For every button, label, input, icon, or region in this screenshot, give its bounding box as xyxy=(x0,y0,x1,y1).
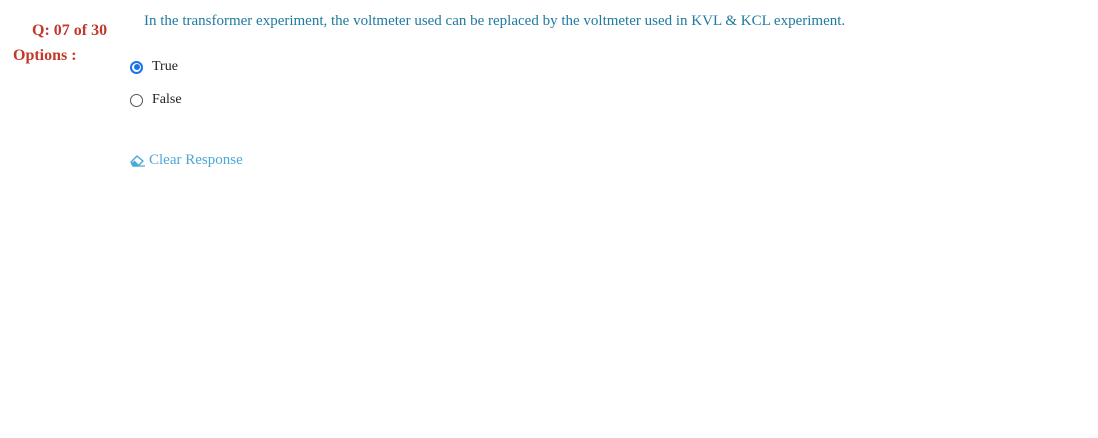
option-true-radio[interactable] xyxy=(130,60,143,74)
option-false-radio[interactable] xyxy=(130,93,143,107)
eraser-icon xyxy=(130,154,145,167)
option-false-label: False xyxy=(152,92,182,107)
option-true-label: True xyxy=(152,59,178,74)
option-false[interactable]: False xyxy=(130,92,182,108)
question-number: Q: 07 of 30 xyxy=(32,22,108,39)
clear-response-button[interactable]: Clear Response xyxy=(130,152,243,169)
options-heading: Options : xyxy=(13,47,77,64)
option-true[interactable]: True xyxy=(130,59,178,75)
clear-response-label: Clear Response xyxy=(149,152,243,168)
question-text: In the transformer experiment, the voltm… xyxy=(144,13,846,29)
